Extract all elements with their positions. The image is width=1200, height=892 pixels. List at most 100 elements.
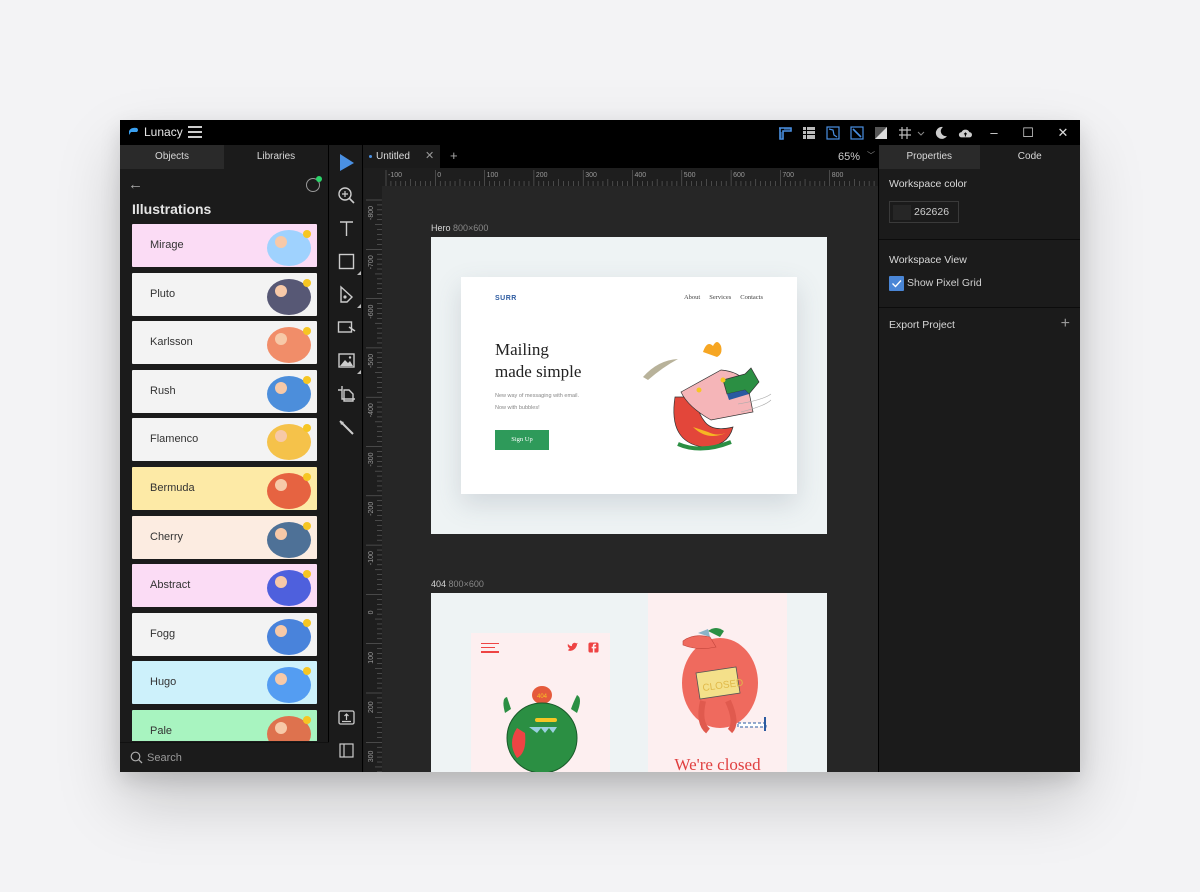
artboard-tool-icon[interactable] [337, 385, 356, 404]
rulers-icon[interactable] [776, 124, 794, 142]
zoom-level[interactable]: 65% [838, 151, 860, 163]
ruler-label: 300 [368, 751, 375, 763]
ruler-label: 0 [437, 172, 441, 179]
color-swatch[interactable] [893, 205, 911, 220]
document-tab[interactable]: Untitled ✕ [364, 145, 440, 168]
text-tool-icon[interactable] [337, 219, 356, 238]
library-item-label: Bermuda [150, 481, 195, 494]
monster-404-illustration: 404 [503, 686, 580, 772]
library-item-rush[interactable]: Rush [132, 369, 317, 413]
ruler-label: 700 [782, 172, 794, 179]
tab-libraries[interactable]: Libraries [224, 145, 328, 169]
workspace-color-field[interactable]: 262626 [889, 201, 959, 223]
menu-lines-icon [481, 643, 499, 656]
zoom-chevron-down-icon[interactable]: ﹀ [867, 150, 875, 161]
hero-card: SURR About Services Contacts Mailing mad… [461, 277, 797, 494]
canvas[interactable]: -100 0 100 200 300 400 500 600 700 800 -800 -700 -6… [364, 168, 878, 772]
minimize-button[interactable]: – [977, 120, 1011, 145]
library-thumbnail-illustration [267, 230, 311, 266]
library-item-fogg[interactable]: Fogg [132, 612, 317, 656]
library-item-bermuda[interactable]: Bermuda [132, 466, 317, 510]
new-tab-icon[interactable]: + [450, 148, 458, 163]
toggle-panels-icon[interactable] [337, 741, 356, 760]
document-tabs: Untitled ✕ + 65% ﹀ [364, 145, 878, 168]
back-arrow-icon[interactable]: ← [128, 176, 143, 193]
library-item-karlsson[interactable]: Karlsson [132, 321, 317, 365]
show-pixel-grid-checkbox[interactable] [889, 276, 904, 291]
lunacy-logo-icon [129, 127, 138, 135]
library-thumbnail-illustration [267, 472, 311, 509]
unsaved-indicator-icon [369, 155, 372, 158]
tab-properties[interactable]: Properties [879, 145, 980, 169]
library-thumbnail-illustration [267, 667, 311, 704]
ruler-label: -300 [368, 452, 375, 466]
library-thumbnail-illustration [267, 327, 311, 364]
library-search [120, 742, 329, 772]
slice-tool-icon[interactable] [337, 418, 356, 437]
grid-icon[interactable] [896, 124, 914, 142]
layout-grid-icon[interactable] [800, 124, 818, 142]
hero-headline: Mailing made simple [495, 339, 581, 383]
ruler-label: 100 [368, 652, 375, 664]
zoom-tool-icon[interactable] [337, 186, 356, 205]
surr-logo: SURR [495, 295, 517, 302]
library-item-flamenco[interactable]: Flamenco [132, 418, 317, 462]
select-tool-icon[interactable] [337, 153, 356, 172]
closed-monster-illustration: CLOSED [682, 628, 767, 734]
contrast-icon[interactable] [872, 124, 890, 142]
desktop-404-card: CLOSED We're closed [648, 593, 787, 772]
theme-moon-icon[interactable] [932, 124, 950, 142]
export-tool-icon[interactable] [337, 708, 356, 727]
rectangle-tool-icon[interactable] [337, 252, 361, 275]
library-item-label: Cherry [150, 530, 184, 543]
team-libraries-icon[interactable] [306, 176, 322, 192]
pen-tool-icon[interactable] [337, 285, 361, 308]
close-tab-icon[interactable]: ✕ [425, 149, 434, 162]
add-export-icon[interactable]: + [1061, 316, 1070, 332]
library-item-mirage[interactable]: Mirage [132, 224, 317, 267]
color-hex-value[interactable]: 262626 [914, 206, 949, 218]
cloud-upload-icon[interactable] [956, 124, 974, 142]
library-thumbnail-illustration [267, 424, 311, 461]
library-item-label: Flamenco [150, 433, 199, 446]
library-item-hugo[interactable]: Hugo [132, 661, 317, 705]
sign-up-button: Sign Up [495, 430, 549, 450]
ruler-label: -600 [368, 304, 375, 318]
right-panel-tabs: Properties Code [879, 145, 1080, 169]
twitter-icon [567, 642, 578, 651]
tab-objects[interactable]: Objects [120, 145, 224, 169]
export-project-heading: Export Project [889, 319, 955, 331]
library-item-pale[interactable]: Pale [132, 709, 317, 741]
artboard-name: Hero [431, 223, 451, 233]
maximize-button[interactable]: ☐ [1011, 120, 1045, 145]
mail-illustration [643, 342, 772, 451]
library-thumbnail-illustration [267, 521, 311, 558]
artboard-label-404[interactable]: 404 800×600 [431, 579, 484, 589]
artboard-hero[interactable]: SURR About Services Contacts Mailing mad… [431, 237, 827, 534]
show-pixel-grid-label[interactable]: Show Pixel Grid [907, 277, 982, 289]
artboard-label-hero[interactable]: Hero 800×600 [431, 223, 488, 233]
image-tool-icon[interactable] [337, 351, 361, 374]
grid-dropdown-chevron-icon[interactable] [916, 124, 926, 142]
vertical-ruler[interactable]: -800 -700 -600 -500 -400 -300 -200 -100 0 100 200 3… [364, 186, 382, 772]
tab-code[interactable]: Code [979, 145, 1080, 169]
horizontal-ruler[interactable]: -100 0 100 200 300 400 500 600 700 800 [382, 168, 878, 186]
library-item-cherry[interactable]: Cherry [132, 515, 317, 559]
library-item-abstract[interactable]: Abstract [132, 564, 317, 608]
hotspot-tool-icon[interactable] [337, 318, 356, 337]
main-menu-icon[interactable] [188, 126, 202, 138]
ruler-label: -500 [368, 354, 375, 368]
headline-line-2: made simple [495, 362, 582, 381]
snap-to-pixel-icon[interactable] [848, 124, 866, 142]
export-project-section: Export Project + [879, 308, 1080, 342]
tools-bar [330, 145, 363, 772]
search-input[interactable] [147, 749, 317, 767]
close-button[interactable]: ✕ [1046, 120, 1080, 145]
library-item-label: Pluto [150, 287, 176, 300]
library-item-pluto[interactable]: Pluto [132, 272, 317, 316]
artboard-404[interactable]: 404 CLOSED We're closed [431, 593, 827, 772]
closed-heading: We're closed [674, 755, 761, 772]
workspace-view-heading: Workspace View [889, 254, 967, 266]
ruler-label: 800 [832, 172, 844, 179]
snap-to-path-icon[interactable] [824, 124, 842, 142]
